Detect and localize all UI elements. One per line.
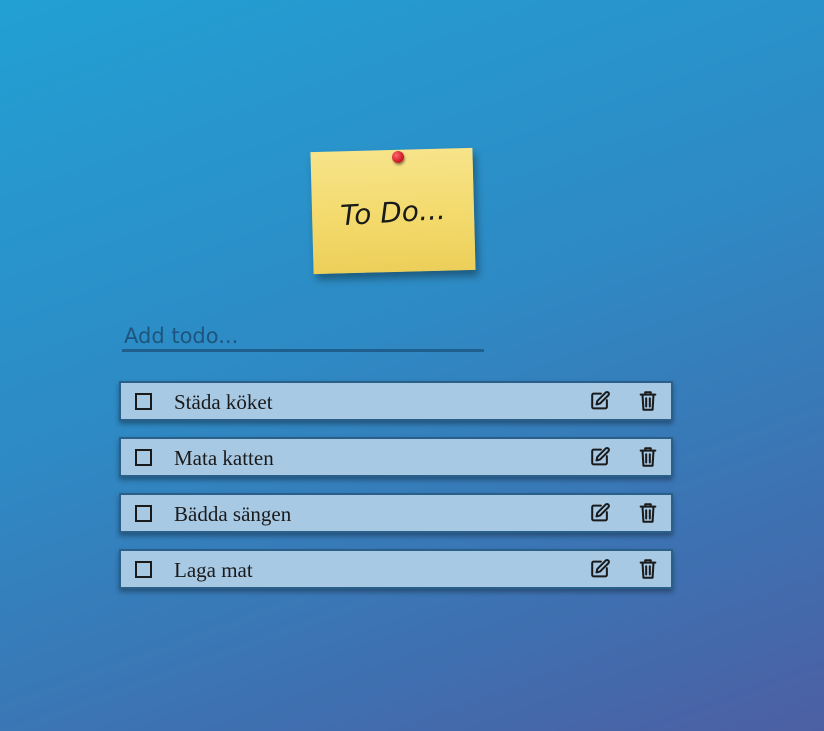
todo-item: Städa köket — [119, 381, 673, 421]
sticky-note-title: To Do... — [339, 192, 447, 233]
pushpin-icon — [392, 151, 404, 163]
todo-list: Städa köket Mata katten Bädda sängen Lag… — [119, 381, 673, 605]
checkbox-icon[interactable] — [135, 504, 152, 522]
edit-icon[interactable] — [587, 444, 613, 470]
trash-icon[interactable] — [635, 444, 661, 470]
checkbox-icon[interactable] — [135, 392, 152, 410]
edit-icon[interactable] — [587, 388, 613, 414]
checkbox-icon[interactable] — [135, 560, 152, 578]
todo-text: Mata katten — [174, 445, 274, 470]
edit-icon[interactable] — [587, 500, 613, 526]
trash-icon[interactable] — [635, 500, 661, 526]
todo-item: Laga mat — [119, 549, 673, 589]
sticky-note-paper: To Do... — [310, 147, 476, 275]
trash-icon[interactable] — [635, 556, 661, 582]
todo-item: Bädda sängen — [119, 493, 673, 533]
todo-text: Städa köket — [174, 389, 273, 414]
todo-text: Laga mat — [174, 557, 253, 582]
sticky-note: To Do... — [310, 147, 476, 276]
trash-icon[interactable] — [635, 388, 661, 414]
todo-item: Mata katten — [119, 437, 673, 477]
edit-icon[interactable] — [587, 556, 613, 582]
checkbox-icon[interactable] — [135, 448, 152, 466]
todo-text: Bädda sängen — [174, 501, 292, 526]
add-todo-input[interactable] — [122, 322, 484, 352]
